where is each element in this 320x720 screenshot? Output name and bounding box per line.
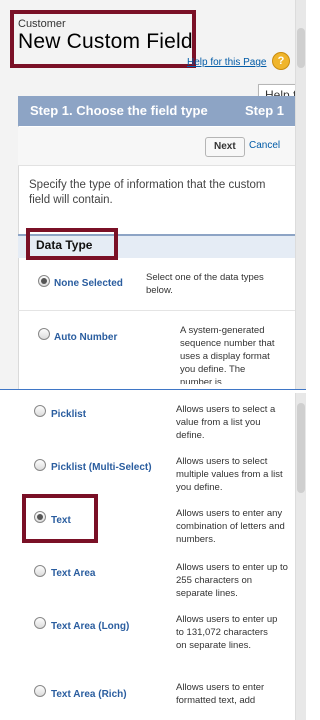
option-desc-auto-number: A system-generated sequence number that …: [180, 325, 275, 384]
option-label-auto-number[interactable]: Auto Number: [54, 332, 117, 343]
step-title: Step 1. Choose the field type: [30, 103, 208, 118]
scrollbar-thumb[interactable]: [297, 28, 305, 68]
top-screenshot-panel: Customer New Custom Field Help for this …: [0, 0, 306, 389]
step-number: Step 1: [245, 103, 285, 118]
question-icon[interactable]: ?: [272, 52, 290, 70]
radio-text-area[interactable]: [34, 565, 46, 577]
option-label-none-selected[interactable]: None Selected: [54, 278, 123, 289]
option-desc-picklist: Allows users to select a value from a li…: [176, 404, 276, 441]
next-button[interactable]: Next: [205, 137, 245, 157]
option-desc-text-area: Allows users to enter up to 255 characte…: [176, 562, 288, 599]
radio-text[interactable]: [34, 511, 46, 523]
option-label-text-area-long[interactable]: Text Area (Long): [51, 621, 129, 632]
help-link[interactable]: Help for this Page: [187, 57, 267, 68]
radio-picklist[interactable]: [34, 405, 46, 417]
row-divider: [18, 310, 296, 311]
title-highlight-box: [10, 10, 196, 68]
option-desc-text-area-long: Allows users to enter up to 131,072 char…: [176, 614, 278, 651]
option-label-text-area[interactable]: Text Area: [51, 568, 95, 579]
option-desc-none-selected: Select one of the data types below.: [146, 272, 264, 296]
option-desc-picklist-multi-select: Allows users to select multiple values f…: [176, 456, 283, 493]
option-desc-text-area-rich: Allows users to enter formatted text, ad…: [176, 682, 265, 706]
scrollbar[interactable]: [295, 0, 306, 389]
option-label-picklist[interactable]: Picklist: [51, 409, 86, 420]
data-type-highlight-box: [26, 228, 118, 260]
option-label-text[interactable]: Text: [51, 515, 71, 526]
bottom-screenshot-panel: Picklist Allows users to select a value …: [0, 393, 306, 720]
button-row: Next Cancel: [18, 127, 296, 166]
scrollbar[interactable]: [295, 393, 306, 720]
scrollbar-thumb[interactable]: [297, 403, 305, 493]
radio-auto-number[interactable]: [38, 328, 50, 340]
instruction-text: Specify the type of information that the…: [29, 179, 266, 206]
cancel-link[interactable]: Cancel: [249, 140, 280, 151]
option-label-text-area-rich[interactable]: Text Area (Rich): [51, 689, 127, 700]
option-label-picklist-multi-select[interactable]: Picklist (Multi-Select): [51, 462, 152, 473]
radio-text-area-long[interactable]: [34, 617, 46, 629]
radio-none-selected[interactable]: [38, 275, 50, 287]
radio-text-area-rich[interactable]: [34, 685, 46, 697]
radio-picklist-multi-select[interactable]: [34, 459, 46, 471]
step-header: Step 1. Choose the field type Step 1: [18, 96, 296, 126]
option-desc-text: Allows users to enter any combination of…: [176, 508, 285, 545]
